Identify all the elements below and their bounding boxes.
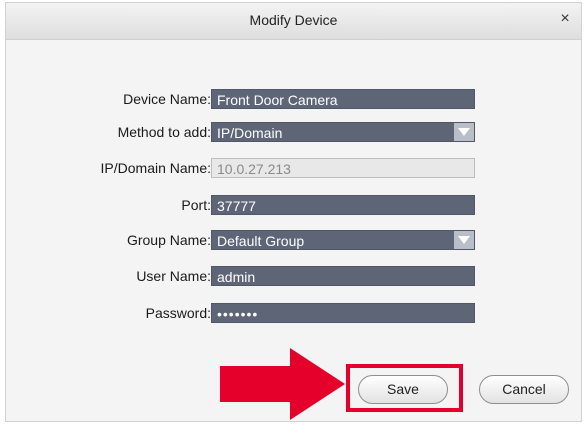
group-select[interactable]: Default Group xyxy=(211,230,475,250)
title-bar: Modify Device × xyxy=(6,3,581,40)
ip-domain-label: IP/Domain Name: xyxy=(100,160,211,176)
password-input[interactable]: ••••••• xyxy=(211,303,475,323)
dialog-title: Modify Device xyxy=(249,12,338,28)
device-name-label: Device Name: xyxy=(123,91,211,107)
ip-domain-input: 10.0.27.213 xyxy=(211,158,475,178)
port-input[interactable]: 37777 xyxy=(211,195,475,215)
method-label: Method to add: xyxy=(117,124,211,140)
device-name-input[interactable]: Front Door Camera xyxy=(211,89,475,109)
chevron-down-icon[interactable] xyxy=(454,231,474,249)
save-button[interactable]: Save xyxy=(358,375,448,404)
cancel-button[interactable]: Cancel xyxy=(479,375,569,404)
username-input[interactable]: admin xyxy=(211,266,475,286)
chevron-down-icon[interactable] xyxy=(454,123,474,141)
method-value: IP/Domain xyxy=(217,125,283,141)
group-label: Group Name: xyxy=(126,232,211,248)
close-icon[interactable]: × xyxy=(556,10,574,28)
password-label: Password: xyxy=(145,305,211,321)
method-select[interactable]: IP/Domain xyxy=(211,122,475,142)
red-arrow-icon xyxy=(220,348,345,425)
username-label: User Name: xyxy=(136,268,211,284)
port-label: Port: xyxy=(181,197,211,213)
group-value: Default Group xyxy=(217,233,305,249)
